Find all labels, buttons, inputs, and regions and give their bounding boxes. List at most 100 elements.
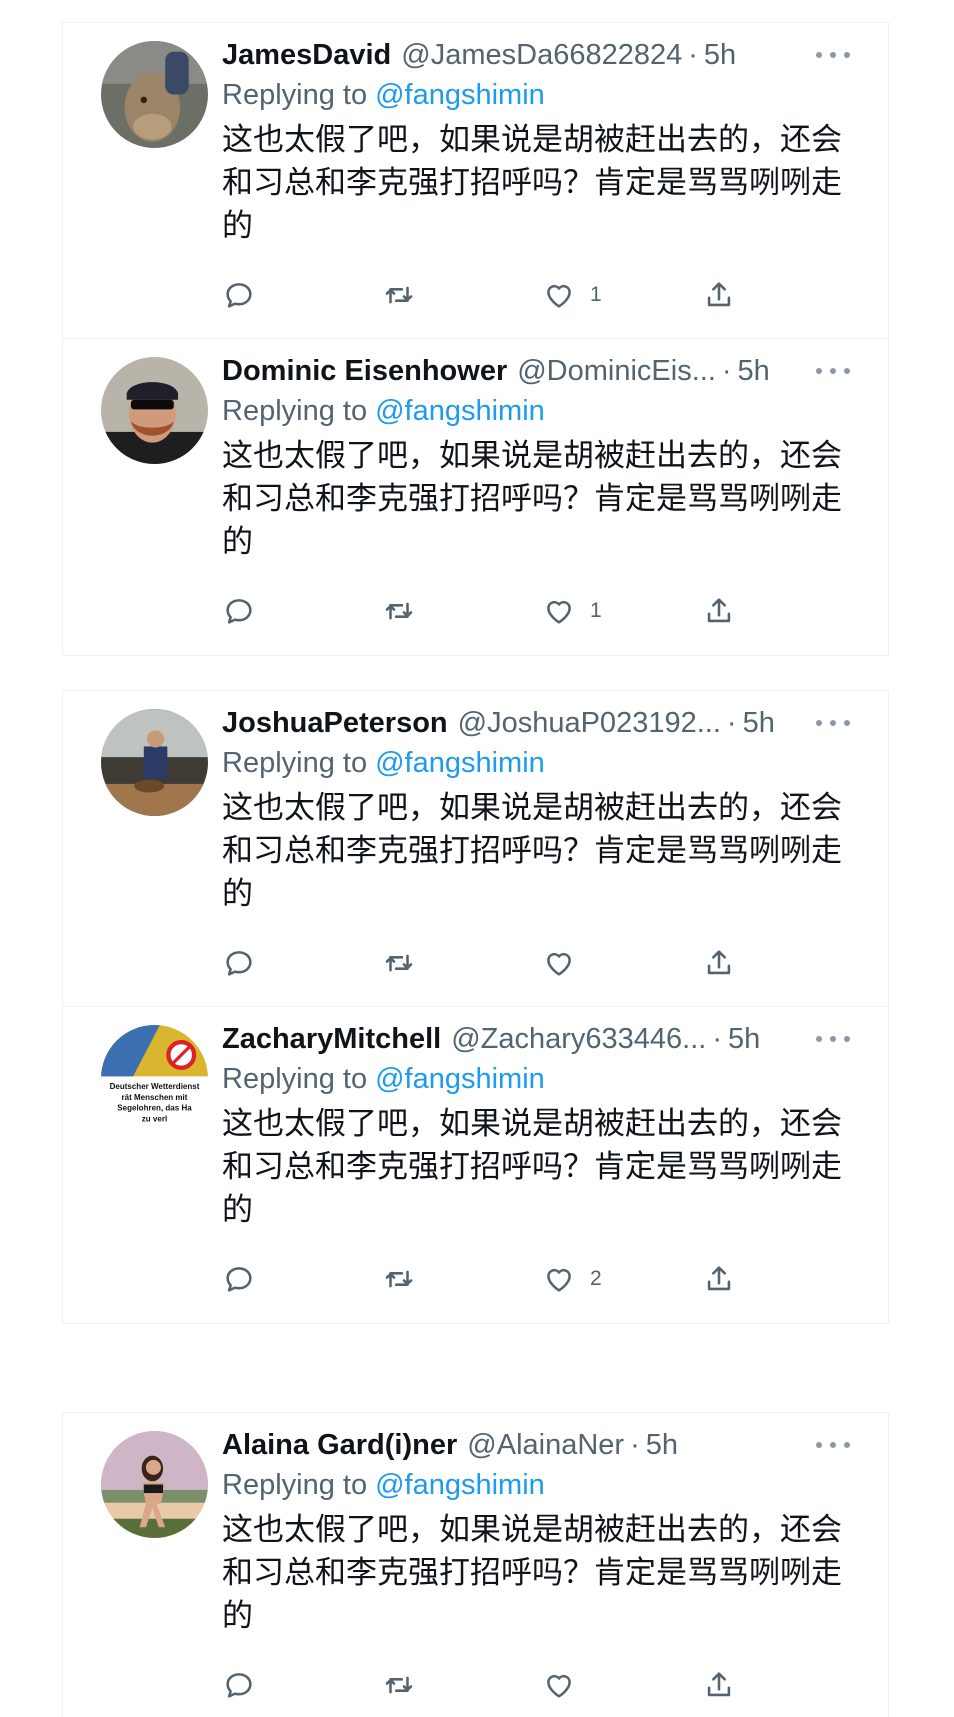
replying-to: Replying to @fangshimin — [222, 747, 545, 780]
retweet-button[interactable] — [382, 1663, 416, 1707]
svg-text:zu verl: zu verl — [142, 1114, 167, 1123]
reply-button[interactable] — [222, 273, 256, 317]
replying-to-label: Replying to — [222, 79, 368, 111]
tweet-text: 这也太假了吧，如果说是胡被赶出去的，还会和习总和李克强打招呼吗？肯定是骂骂咧咧走… — [222, 1512, 842, 1634]
more-options-icon[interactable] — [816, 1439, 850, 1451]
share-button[interactable] — [702, 941, 736, 985]
avatar[interactable] — [101, 1431, 208, 1538]
timestamp[interactable]: 5h — [738, 355, 770, 388]
svg-text:rät Menschen mit: rät Menschen mit — [122, 1093, 188, 1102]
heart-icon — [547, 1268, 571, 1292]
user-handle[interactable]: @Zachary633446... — [451, 1023, 706, 1056]
tweet-text: 这也太假了吧，如果说是胡被赶出去的，还会和习总和李克强打招呼吗？肯定是骂骂咧咧走… — [222, 790, 842, 912]
replying-to: Replying to @fangshimin — [222, 395, 545, 428]
share-button[interactable] — [702, 273, 736, 317]
timestamp[interactable]: 5h — [743, 707, 775, 740]
share-icon — [707, 598, 731, 623]
more-options-icon[interactable] — [816, 365, 850, 377]
retweet-button[interactable] — [382, 941, 416, 985]
action-bar — [222, 1663, 742, 1707]
reply-tweet[interactable]: JoshuaPeterson @JoshuaP023192... · 5h Re… — [63, 691, 888, 1007]
display-name[interactable]: Alaina Gard(i)ner — [222, 1429, 457, 1462]
mention-link[interactable]: @fangshimin — [375, 1469, 545, 1501]
replying-to-label: Replying to — [222, 747, 368, 779]
separator-dot: · — [721, 354, 732, 387]
more-options-icon[interactable] — [816, 717, 850, 729]
like-button[interactable]: 1 — [542, 589, 602, 633]
mention-link[interactable]: @fangshimin — [375, 79, 545, 111]
replying-to-label: Replying to — [222, 395, 368, 427]
avatar[interactable] — [101, 41, 208, 148]
like-button[interactable]: 1 — [542, 273, 602, 317]
reply-button[interactable] — [222, 941, 256, 985]
user-handle[interactable]: @JoshuaP023192... — [458, 707, 721, 740]
display-name[interactable]: Dominic Eisenhower — [222, 355, 507, 388]
reply-tweet[interactable]: Alaina Gard(i)ner @AlainaNer · 5h Replyi… — [63, 1413, 888, 1717]
action-bar: 1 — [222, 273, 742, 317]
avatar-woman-photo — [101, 1431, 208, 1538]
mention-link[interactable]: @fangshimin — [375, 395, 545, 427]
avatar[interactable]: Deutscher Wetterdienst rät Menschen mit … — [101, 1025, 208, 1132]
like-button[interactable]: 2 — [542, 1257, 602, 1301]
mention-link[interactable]: @fangshimin — [375, 1063, 545, 1095]
tweet-header: ZacharyMitchell @Zachary633446... · 5h — [222, 1019, 862, 1059]
timestamp[interactable]: 5h — [728, 1023, 760, 1056]
reply-button[interactable] — [222, 1663, 256, 1707]
replying-to-label: Replying to — [222, 1469, 368, 1501]
reply-tweet[interactable]: Deutscher Wetterdienst rät Menschen mit … — [63, 1007, 888, 1323]
action-bar — [222, 941, 742, 985]
reply-button[interactable] — [222, 589, 256, 633]
more-options-icon[interactable] — [816, 1033, 850, 1045]
avatar[interactable] — [101, 357, 208, 464]
replying-to: Replying to @fangshimin — [222, 79, 545, 112]
timestamp[interactable]: 5h — [646, 1429, 678, 1462]
tweet-text: 这也太假了吧，如果说是胡被赶出去的，还会和习总和李克强打招呼吗？肯定是骂骂咧咧走… — [222, 122, 842, 244]
share-button[interactable] — [702, 589, 736, 633]
user-handle[interactable]: @DominicEis... — [517, 355, 716, 388]
display-name[interactable]: JamesDavid — [222, 39, 391, 72]
replying-to: Replying to @fangshimin — [222, 1469, 545, 1502]
timestamp[interactable]: 5h — [704, 39, 736, 72]
display-name[interactable]: JoshuaPeterson — [222, 707, 448, 740]
reply-icon — [226, 951, 252, 976]
more-options-icon[interactable] — [816, 49, 850, 61]
reply-icon — [226, 1267, 252, 1292]
retweet-icon — [385, 954, 413, 972]
separator-dot: · — [630, 1428, 640, 1461]
share-button[interactable] — [702, 1257, 736, 1301]
retweet-button[interactable] — [382, 589, 416, 633]
retweet-icon — [385, 286, 413, 304]
user-handle[interactable]: @AlainaNer — [467, 1429, 624, 1462]
replying-to-label: Replying to — [222, 1063, 368, 1095]
like-button[interactable] — [542, 941, 590, 985]
tweet-header: Alaina Gard(i)ner @AlainaNer · 5h — [222, 1425, 862, 1465]
action-bar: 1 — [222, 589, 742, 633]
like-count: 2 — [590, 1267, 602, 1290]
reply-card-1: JamesDavid @JamesDa66822824 · 5h Replyin… — [62, 22, 889, 656]
replying-to: Replying to @fangshimin — [222, 1063, 545, 1096]
avatar-street-photo — [101, 709, 208, 816]
display-name[interactable]: ZacharyMitchell — [222, 1023, 441, 1056]
user-handle[interactable]: @JamesDa66822824 — [401, 39, 682, 72]
reply-button[interactable] — [222, 1257, 256, 1301]
tweet-header: Dominic Eisenhower @DominicEis... · 5h — [222, 351, 862, 391]
reply-tweet[interactable]: Dominic Eisenhower @DominicEis... · 5h R… — [63, 339, 888, 655]
action-bar: 2 — [222, 1257, 742, 1301]
like-count: 1 — [590, 283, 602, 306]
retweet-button[interactable] — [382, 1257, 416, 1301]
like-button[interactable] — [542, 1663, 590, 1707]
separator-dot: · — [726, 706, 737, 739]
mention-link[interactable]: @fangshimin — [375, 747, 545, 779]
retweet-button[interactable] — [382, 273, 416, 317]
share-button[interactable] — [702, 1663, 736, 1707]
tweet-header: JoshuaPeterson @JoshuaP023192... · 5h — [222, 703, 862, 743]
svg-text:Segelohren, das Ha: Segelohren, das Ha — [117, 1104, 192, 1113]
reply-card-3: Alaina Gard(i)ner @AlainaNer · 5h Replyi… — [62, 1412, 889, 1717]
retweet-icon — [385, 602, 413, 620]
avatar[interactable] — [101, 709, 208, 816]
heart-icon — [547, 284, 571, 308]
reply-icon — [226, 1673, 252, 1698]
retweet-icon — [385, 1676, 413, 1694]
share-icon — [707, 1672, 731, 1697]
reply-tweet[interactable]: JamesDavid @JamesDa66822824 · 5h Replyin… — [63, 23, 888, 339]
